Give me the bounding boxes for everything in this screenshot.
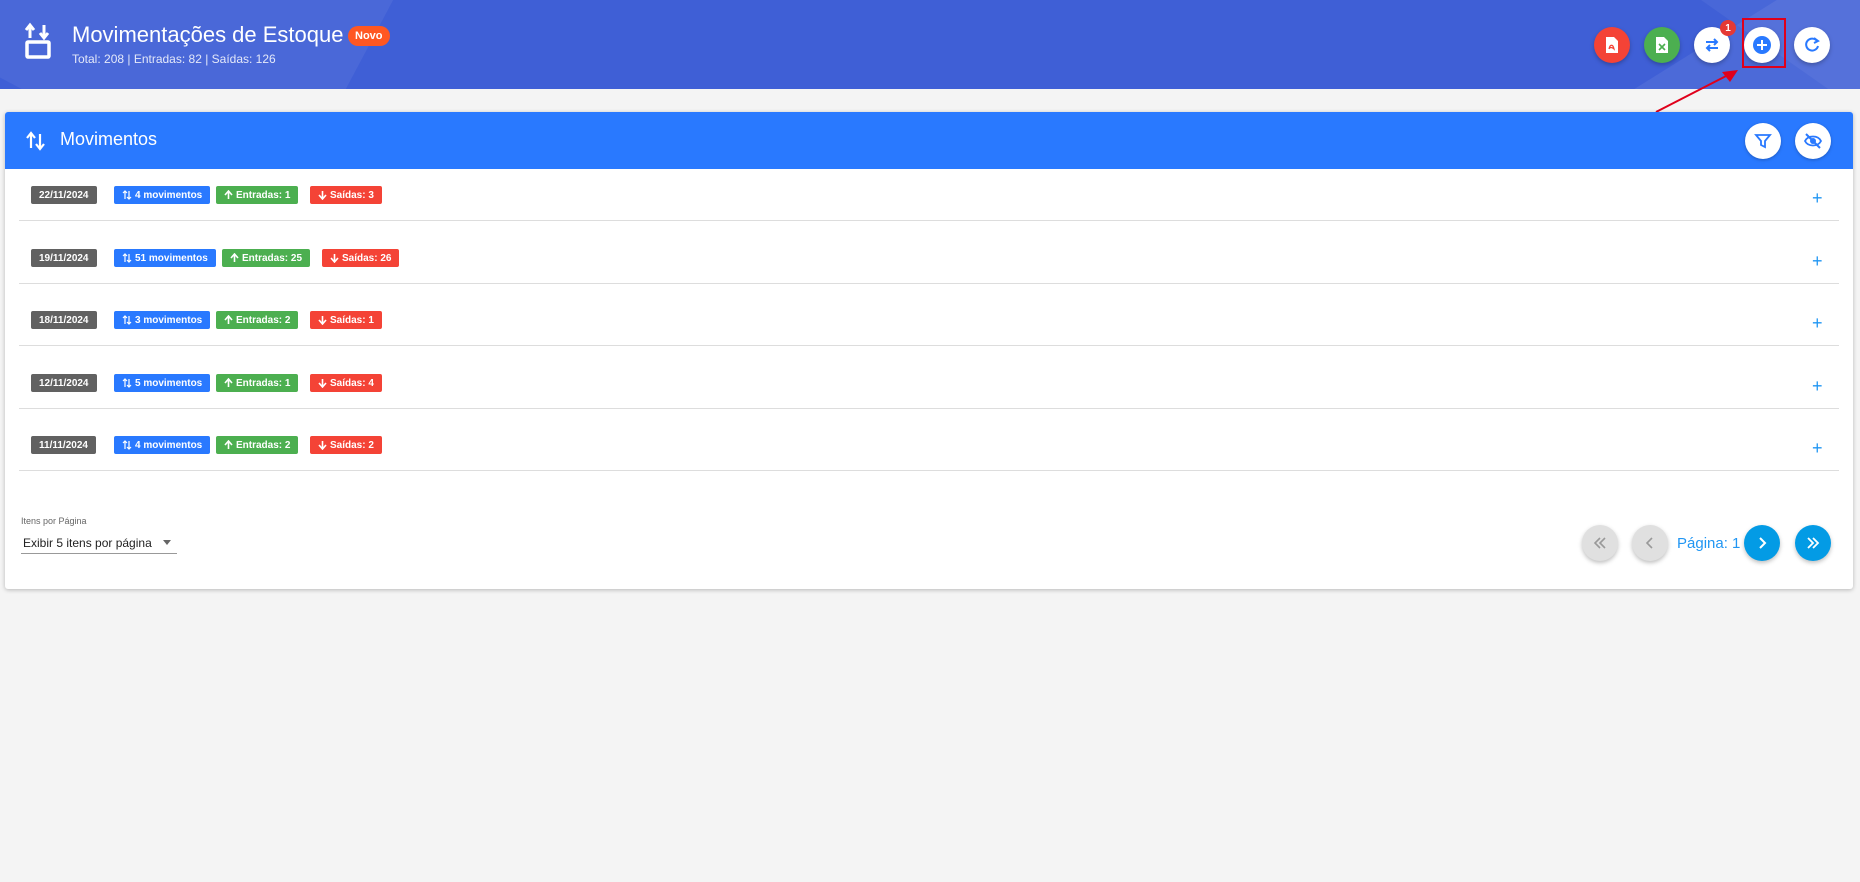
- swap-horizontal-icon: [1705, 38, 1719, 52]
- arrow-up-icon: [224, 440, 233, 449]
- exits-count: Saídas: 3: [330, 189, 374, 201]
- entries-chip: Entradas: 1: [216, 374, 299, 392]
- exits-count: Saídas: 26: [342, 252, 392, 264]
- refresh-button[interactable]: [1794, 27, 1830, 63]
- date-chip: 22/11/2024: [31, 186, 97, 204]
- page-title: Movimentações de Estoque: [72, 22, 344, 47]
- items-per-page-label: Itens por Página: [21, 516, 87, 526]
- exits-count: Saídas: 1: [330, 314, 374, 326]
- expand-row-icon[interactable]: +: [1812, 314, 1823, 332]
- export-excel-button[interactable]: [1644, 27, 1680, 63]
- page-indicator: Página: 1: [1677, 535, 1741, 552]
- arrow-down-icon: [318, 316, 327, 325]
- expand-row-icon[interactable]: +: [1812, 377, 1823, 395]
- table-row[interactable]: 11/11/2024 4 movimentos Entradas: 2 Saíd…: [19, 426, 1839, 471]
- exits-chip: Saídas: 2: [310, 436, 382, 454]
- date-chip: 12/11/2024: [31, 374, 97, 392]
- double-chevron-right-icon: [1807, 537, 1820, 549]
- arrow-down-icon: [318, 379, 327, 388]
- filter-button[interactable]: [1745, 123, 1781, 159]
- chevron-right-icon: [1759, 537, 1767, 549]
- swap-vertical-icon: [26, 131, 45, 151]
- swap-vertical-icon: [122, 190, 132, 200]
- swap-vertical-icon: [122, 378, 132, 388]
- items-per-page-value: Exibir 5 itens por página: [23, 536, 152, 550]
- expand-row-icon[interactable]: +: [1812, 252, 1823, 270]
- movements-count: 3 movimentos: [135, 314, 203, 326]
- exits-chip: Saídas: 4: [310, 374, 382, 392]
- swap-vertical-box-icon: [24, 22, 51, 59]
- arrow-up-icon: [224, 378, 233, 387]
- filter-icon: [1754, 134, 1772, 149]
- highlight-box: [1742, 18, 1786, 68]
- exits-count: Saídas: 2: [330, 439, 374, 451]
- entries-count: Entradas: 25: [242, 252, 303, 264]
- annotation-arrow: [1655, 70, 1738, 113]
- table-row[interactable]: 12/11/2024 5 movimentos Entradas: 1 Saíd…: [19, 364, 1839, 409]
- exits-count: Saídas: 4: [330, 377, 374, 389]
- new-badge: Novo: [348, 26, 390, 46]
- double-chevron-left-icon: [1593, 537, 1606, 549]
- entries-count: Entradas: 2: [236, 314, 291, 326]
- export-pdf-button[interactable]: [1594, 27, 1630, 63]
- arrow-up-icon: [224, 190, 233, 199]
- last-page-button[interactable]: [1795, 525, 1831, 561]
- movements-card: Movimentos 22/11/2024 4 movimentos Entra…: [5, 112, 1853, 589]
- page-header: Movimentações de Estoque Novo Total: 208…: [0, 0, 1860, 89]
- entries-chip: Entradas: 25: [222, 249, 311, 267]
- first-page-button[interactable]: [1582, 525, 1618, 561]
- date-chip: 18/11/2024: [31, 311, 97, 329]
- notification-badge: 1: [1720, 20, 1736, 36]
- movements-chip: 3 movimentos: [114, 311, 211, 329]
- next-page-button[interactable]: [1744, 525, 1780, 561]
- arrow-down-icon: [318, 441, 327, 450]
- arrow-up-icon: [224, 315, 233, 324]
- entries-chip: Entradas: 2: [216, 436, 299, 454]
- exits-chip: Saídas: 26: [322, 249, 400, 267]
- entries-count: Entradas: 2: [236, 439, 291, 451]
- arrow-down-icon: [318, 191, 327, 200]
- movements-chip: 51 movimentos: [114, 249, 216, 267]
- movements-count: 4 movimentos: [135, 439, 203, 451]
- table-row[interactable]: 18/11/2024 3 movimentos Entradas: 2 Saíd…: [19, 301, 1839, 346]
- movements-count: 51 movimentos: [135, 252, 208, 264]
- previous-page-button[interactable]: [1632, 525, 1668, 561]
- movements-count: 4 movimentos: [135, 189, 203, 201]
- entries-chip: Entradas: 1: [216, 186, 299, 204]
- arrow-down-icon: [330, 254, 339, 263]
- toggle-visibility-button[interactable]: [1795, 123, 1831, 159]
- excel-export-icon: [1656, 37, 1668, 53]
- items-per-page-select[interactable]: Exibir 5 itens por página: [21, 532, 177, 554]
- exits-chip: Saídas: 3: [310, 186, 382, 204]
- movements-chip: 4 movimentos: [114, 436, 211, 454]
- table-row[interactable]: 22/11/2024 4 movimentos Entradas: 1 Saíd…: [19, 176, 1839, 221]
- arrow-up-icon: [230, 253, 239, 262]
- swap-vertical-icon: [122, 253, 132, 263]
- entries-chip: Entradas: 2: [216, 311, 299, 329]
- eye-off-icon: [1803, 133, 1823, 149]
- card-title: Movimentos: [60, 129, 158, 149]
- card-header: Movimentos: [5, 112, 1853, 169]
- movements-count: 5 movimentos: [135, 377, 203, 389]
- refresh-icon: [1805, 37, 1820, 52]
- movements-chip: 5 movimentos: [114, 374, 211, 392]
- movements-chip: 4 movimentos: [114, 186, 211, 204]
- date-chip: 11/11/2024: [31, 436, 96, 454]
- entries-count: Entradas: 1: [236, 189, 291, 201]
- table-row[interactable]: 19/11/2024 51 movimentos Entradas: 25 Sa…: [19, 239, 1839, 284]
- swap-vertical-icon: [122, 315, 132, 325]
- exits-chip: Saídas: 1: [310, 311, 382, 329]
- entries-count: Entradas: 1: [236, 377, 291, 389]
- pdf-export-icon: [1606, 37, 1618, 53]
- page-subtitle: Total: 208 | Entradas: 82 | Saídas: 126: [72, 52, 276, 66]
- swap-vertical-icon: [122, 440, 132, 450]
- date-chip: 19/11/2024: [31, 249, 97, 267]
- chevron-left-icon: [1645, 537, 1653, 549]
- expand-row-icon[interactable]: +: [1812, 439, 1823, 457]
- chevron-down-icon: [163, 540, 171, 545]
- expand-row-icon[interactable]: +: [1812, 189, 1823, 207]
